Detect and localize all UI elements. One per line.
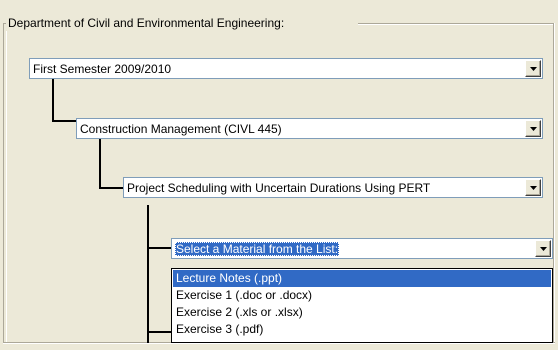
groupbox-title: Department of Civil and Environmental En… <box>6 15 287 31</box>
list-item[interactable]: Exercise 2 (.xls or .xlsx) <box>173 304 551 321</box>
material-dropdown-button[interactable] <box>535 240 551 257</box>
semester-select-value: First Semester 2009/2010 <box>33 62 172 76</box>
material-dropdown-list[interactable]: Lecture Notes (.ppt) Exercise 1 (.doc or… <box>171 268 553 343</box>
topic-select[interactable]: Project Scheduling with Uncertain Durati… <box>123 177 543 198</box>
chevron-down-icon <box>540 247 547 251</box>
tree-connector <box>147 247 171 249</box>
chevron-down-icon <box>530 186 537 190</box>
course-dropdown-button[interactable] <box>525 120 541 137</box>
tree-connector <box>99 187 123 189</box>
course-select[interactable]: Construction Management (CIVL 445) <box>76 118 543 139</box>
topic-dropdown-button[interactable] <box>525 179 541 196</box>
chevron-down-icon <box>530 127 537 131</box>
tree-connector <box>52 120 76 122</box>
list-item[interactable]: Exercise 3 (.pdf) <box>173 321 551 338</box>
tree-connector <box>147 331 171 333</box>
semester-dropdown-button[interactable] <box>525 60 541 77</box>
groupbox-border <box>3 343 555 344</box>
tree-connector <box>99 136 101 189</box>
tree-connector <box>147 205 149 343</box>
material-select[interactable]: Select a Material from the List: <box>171 238 553 259</box>
semester-select[interactable]: First Semester 2009/2010 <box>29 58 543 79</box>
course-select-value: Construction Management (CIVL 445) <box>80 122 282 136</box>
groupbox-border <box>358 24 555 25</box>
list-item[interactable]: Exercise 1 (.doc or .docx) <box>173 287 551 304</box>
topic-select-value: Project Scheduling with Uncertain Durati… <box>127 181 431 195</box>
material-select-value: Select a Material from the List: <box>175 242 340 256</box>
list-item[interactable]: Lecture Notes (.ppt) <box>173 270 551 287</box>
groupbox-border <box>553 23 555 343</box>
groupbox-border <box>3 24 7 342</box>
tree-connector <box>52 74 54 122</box>
chevron-down-icon <box>530 67 537 71</box>
